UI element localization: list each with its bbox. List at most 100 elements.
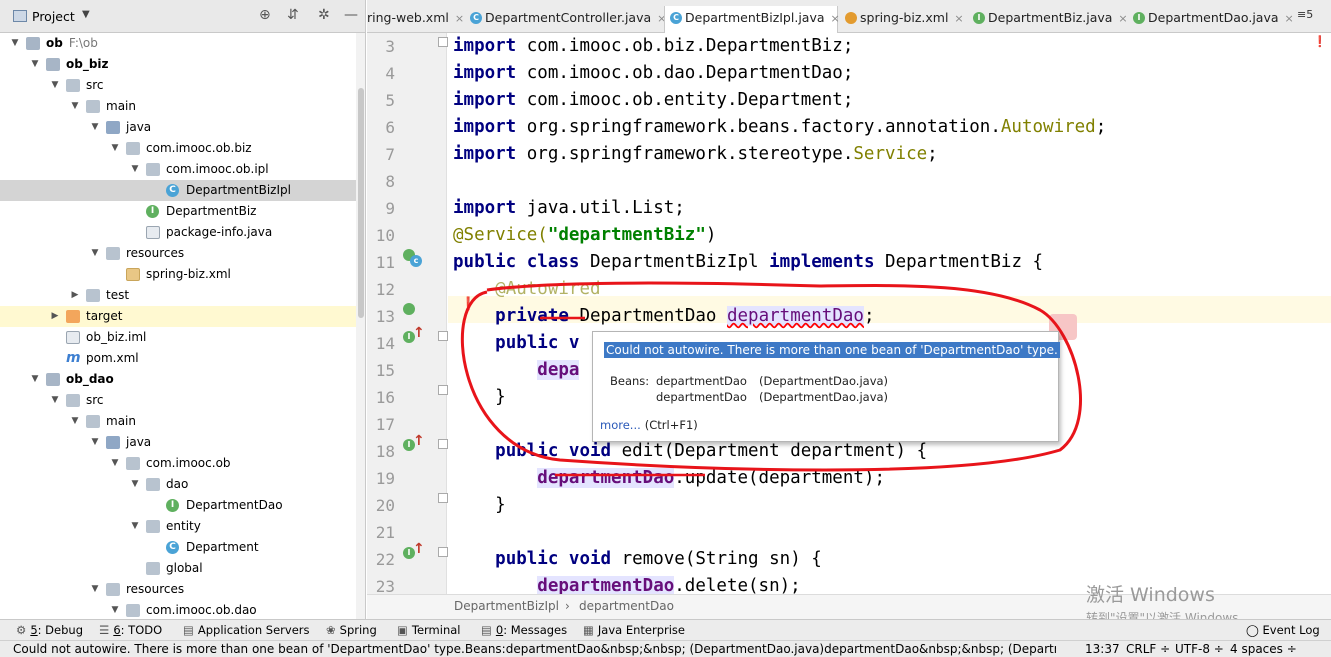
tree-item[interactable]: m pom.xml bbox=[0, 348, 365, 369]
code-line[interactable]: } bbox=[453, 492, 506, 519]
chevron-down-icon[interactable]: ▼ bbox=[70, 411, 80, 432]
breadcrumb-class[interactable]: DepartmentBizIpl bbox=[454, 599, 559, 613]
tree-item[interactable]: ▼ main bbox=[0, 96, 365, 117]
tree-item[interactable]: ▼ com.imooc.ob.ipl bbox=[0, 159, 365, 180]
tool-button-debug[interactable]: ⚙ 5: Debug bbox=[16, 623, 83, 637]
code-editor[interactable]: 3 4 5 6 7 8 9 10 11 12 13 14 15 16 17 18 19 20 21 22 23 c I ↑ I ↑… bbox=[367, 33, 1331, 594]
tree-item[interactable]: ▼ ob F:\ob bbox=[0, 33, 365, 54]
tab-overflow-button[interactable]: ≡5 bbox=[1297, 8, 1313, 21]
tree-item[interactable]: global bbox=[0, 558, 365, 579]
tree-item[interactable]: ▶ target bbox=[0, 306, 365, 327]
code-line[interactable]: @Autowired bbox=[453, 276, 600, 303]
code-line[interactable]: import com.imooc.ob.biz.DepartmentBiz; bbox=[453, 33, 853, 60]
indent-setting[interactable]: 4 spaces ÷ bbox=[1230, 642, 1297, 656]
chevron-down-icon[interactable]: ▼ bbox=[130, 159, 140, 180]
tree-item[interactable]: I DepartmentBiz bbox=[0, 201, 365, 222]
project-panel-title[interactable]: Project bbox=[32, 9, 75, 24]
chevron-down-icon[interactable]: ▼ bbox=[30, 369, 40, 390]
locate-icon[interactable]: ⊕ bbox=[259, 7, 271, 23]
tree-scrollbar-thumb[interactable] bbox=[358, 88, 364, 318]
fold-marker-icon[interactable] bbox=[438, 385, 448, 395]
chevron-down-icon[interactable]: ▼ bbox=[82, 9, 90, 20]
code-line[interactable]: private DepartmentDao departmentDao; bbox=[453, 303, 875, 330]
tab-departmentbizipl-java[interactable]: C DepartmentBizIpl.java × bbox=[664, 6, 840, 34]
chevron-down-icon[interactable]: ▼ bbox=[90, 432, 100, 453]
code-line[interactable]: departmentDao.update(department); bbox=[453, 465, 885, 492]
tree-item[interactable]: C DepartmentBizIpl bbox=[0, 180, 365, 201]
chevron-down-icon[interactable]: ▼ bbox=[110, 600, 120, 619]
override-arrow-icon[interactable]: ↑ bbox=[413, 541, 425, 557]
fold-marker-icon[interactable] bbox=[438, 331, 448, 341]
tree-item[interactable]: ▼ ob_dao bbox=[0, 369, 365, 390]
fold-marker-icon[interactable] bbox=[438, 493, 448, 503]
tab-departmentcontroller-java[interactable]: C DepartmentController.java × bbox=[465, 6, 666, 33]
code-line[interactable]: } bbox=[453, 384, 506, 411]
gear-icon[interactable]: ✲ bbox=[318, 7, 330, 23]
implements-icon[interactable]: c bbox=[410, 255, 422, 267]
tab-spring-biz-xml[interactable]: spring-biz.xml × bbox=[840, 6, 966, 33]
chevron-down-icon[interactable]: ▼ bbox=[130, 516, 140, 537]
chevron-down-icon[interactable]: ▼ bbox=[30, 54, 40, 75]
tree-item[interactable]: ▼ com.imooc.ob bbox=[0, 453, 365, 474]
code-line[interactable]: import java.util.List; bbox=[453, 195, 685, 222]
chevron-down-icon[interactable]: ▼ bbox=[110, 138, 120, 159]
chevron-down-icon[interactable]: ▼ bbox=[90, 243, 100, 264]
tree-item[interactable]: I DepartmentDao bbox=[0, 495, 365, 516]
tree-item[interactable]: ▼ src bbox=[0, 390, 365, 411]
fold-marker-icon[interactable] bbox=[438, 547, 448, 557]
breadcrumb-field[interactable]: departmentDao bbox=[579, 599, 674, 613]
tool-button-terminal[interactable]: ▣ Terminal bbox=[397, 623, 460, 637]
close-icon[interactable]: × bbox=[1118, 12, 1127, 25]
code-line[interactable]: public v bbox=[453, 330, 579, 357]
tree-item[interactable]: ▼ com.imooc.ob.biz bbox=[0, 138, 365, 159]
code-line[interactable]: import org.springframework.beans.factory… bbox=[453, 114, 1106, 141]
tree-item[interactable]: spring-biz.xml bbox=[0, 264, 365, 285]
tool-button-messages[interactable]: ▤ 0: Messages bbox=[481, 623, 567, 637]
override-arrow-icon[interactable]: ↑ bbox=[413, 325, 425, 341]
close-icon[interactable]: × bbox=[831, 12, 840, 25]
tool-button-todo[interactable]: ☰ 6: TODO bbox=[99, 623, 162, 637]
tab-ring-web-xml[interactable]: ring-web.xml × bbox=[367, 6, 464, 33]
tool-button-spring[interactable]: ❀ Spring bbox=[326, 623, 377, 637]
fold-marker-icon[interactable] bbox=[438, 439, 448, 449]
chevron-down-icon[interactable]: ▼ bbox=[110, 453, 120, 474]
code-line[interactable]: departmentDao.delete(sn); bbox=[453, 573, 801, 594]
chevron-right-icon[interactable]: ▶ bbox=[70, 285, 80, 306]
tree-item[interactable]: ▼ com.imooc.ob.dao bbox=[0, 600, 365, 619]
tree-item[interactable]: ▶ test bbox=[0, 285, 365, 306]
chevron-down-icon[interactable]: ▼ bbox=[70, 96, 80, 117]
tree-item[interactable]: ▼ main bbox=[0, 411, 365, 432]
tree-item[interactable]: ▼ java bbox=[0, 432, 365, 453]
tree-item[interactable]: package-info.java bbox=[0, 222, 365, 243]
code-line[interactable]: import org.springframework.stereotype.Se… bbox=[453, 141, 938, 168]
chevron-down-icon[interactable]: ▼ bbox=[50, 390, 60, 411]
error-stripe-icon[interactable]: ❗ bbox=[1313, 35, 1327, 48]
tree-item[interactable]: C Department bbox=[0, 537, 365, 558]
tree-item[interactable]: ob_biz.iml bbox=[0, 327, 365, 348]
chevron-down-icon[interactable]: ▼ bbox=[130, 474, 140, 495]
chevron-down-icon[interactable]: ▼ bbox=[90, 117, 100, 138]
override-arrow-icon[interactable]: ↑ bbox=[413, 433, 425, 449]
event-log-button[interactable]: ◯ Event Log bbox=[1246, 623, 1320, 637]
fold-marker-icon[interactable] bbox=[438, 37, 448, 47]
tool-button-application-servers[interactable]: ▤ Application Servers bbox=[183, 623, 310, 637]
chevron-down-icon[interactable]: ▼ bbox=[10, 33, 20, 54]
spring-autowire-icon[interactable] bbox=[403, 303, 415, 315]
tool-button-java-enterprise[interactable]: ▦ Java Enterprise bbox=[583, 623, 685, 637]
tree-item[interactable]: ▼ src bbox=[0, 75, 365, 96]
code-line[interactable]: public class DepartmentBizIpl implements… bbox=[453, 249, 1043, 276]
collapse-all-icon[interactable]: ⇵ bbox=[287, 7, 299, 23]
code-line[interactable]: import com.imooc.ob.entity.Department; bbox=[453, 87, 853, 114]
chevron-down-icon[interactable]: ▼ bbox=[50, 75, 60, 96]
tree-item[interactable]: ▼ resources bbox=[0, 579, 365, 600]
file-encoding[interactable]: UTF-8 ÷ bbox=[1175, 642, 1224, 656]
tree-item[interactable]: ▼ java bbox=[0, 117, 365, 138]
tree-item[interactable]: ▼ resources bbox=[0, 243, 365, 264]
chevron-right-icon[interactable]: ▶ bbox=[50, 306, 60, 327]
code-line[interactable]: @Service("departmentBiz") bbox=[453, 222, 716, 249]
caret-position[interactable]: 13:37 bbox=[1085, 642, 1120, 656]
line-separator[interactable]: CRLF ÷ bbox=[1126, 642, 1170, 656]
tab-departmentbiz-java[interactable]: I DepartmentBiz.java × bbox=[968, 6, 1128, 33]
tree-item[interactable]: ▼ ob_biz bbox=[0, 54, 365, 75]
tree-scrollbar[interactable] bbox=[356, 33, 365, 619]
